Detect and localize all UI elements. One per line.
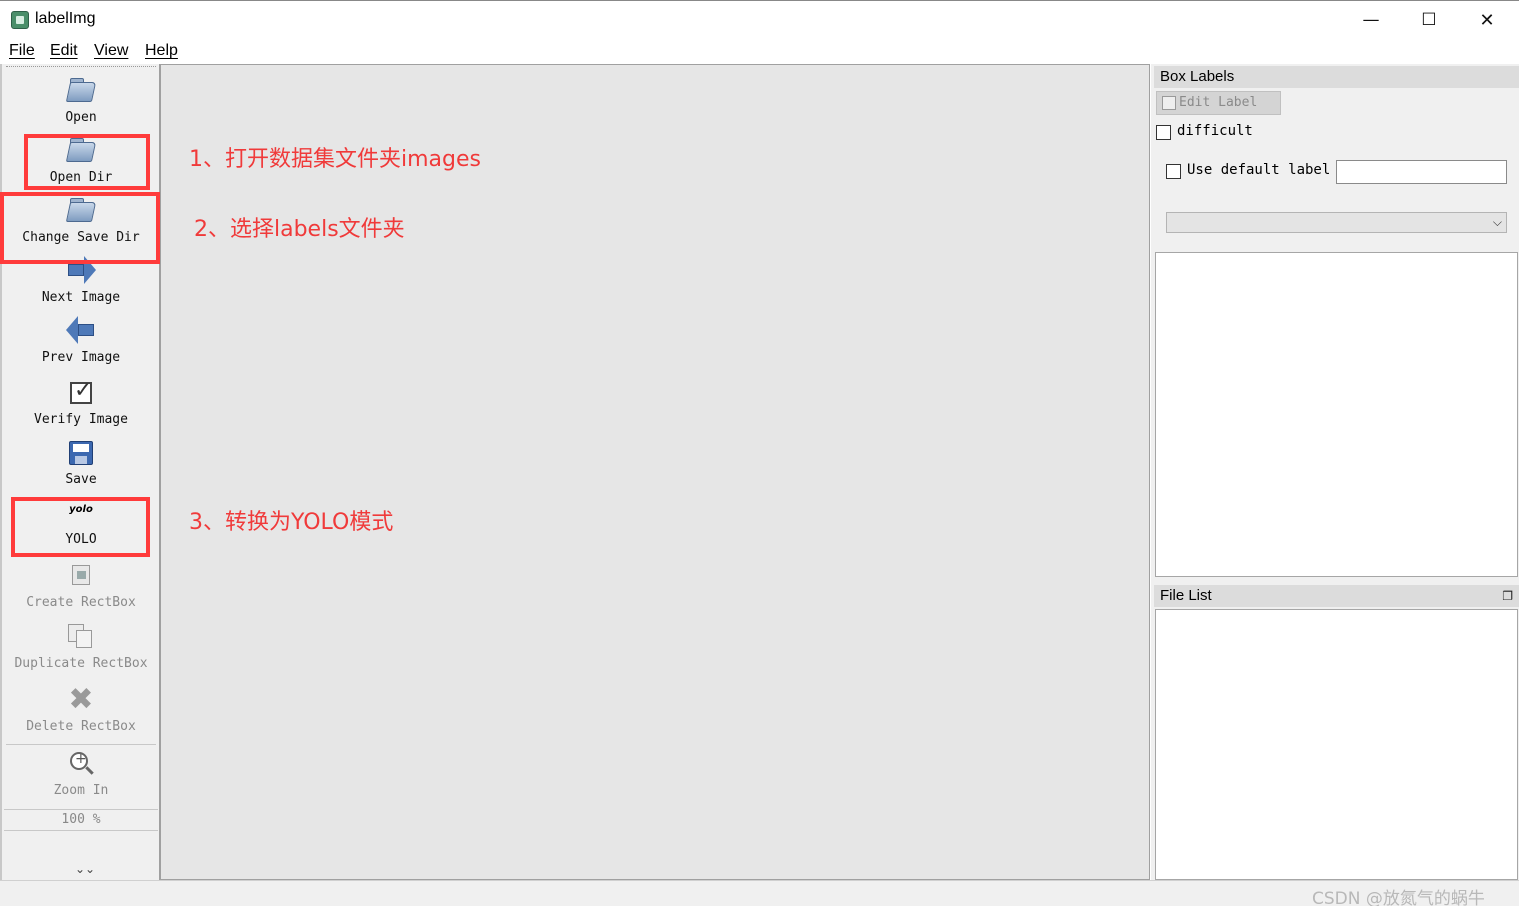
zoom-level-display: 100 %	[4, 809, 158, 831]
app-icon	[11, 11, 29, 29]
create-rectbox-button[interactable]: Create RectBox	[2, 561, 160, 610]
label-list[interactable]	[1155, 252, 1518, 577]
duplicate-rectbox-button[interactable]: Duplicate RectBox	[2, 622, 160, 671]
menu-file[interactable]: File	[9, 42, 35, 60]
delete-rectbox-label: Delete RectBox	[26, 719, 136, 734]
create-rectbox-icon	[66, 561, 96, 591]
verify-check-icon: ✓	[66, 378, 96, 408]
duplicate-rectbox-icon	[66, 622, 96, 652]
use-default-label-text: Use default label	[1187, 162, 1331, 178]
difficult-checkbox[interactable]	[1156, 125, 1171, 140]
toolbar-grip[interactable]	[6, 66, 156, 68]
open-button[interactable]: Open	[2, 76, 160, 125]
default-label-input[interactable]	[1336, 160, 1507, 184]
title-bar: labelImg — ☐ ✕	[0, 0, 1519, 38]
annotation-step-2: 2、选择labels文件夹	[194, 217, 405, 242]
box-labels-title: Box Labels	[1154, 66, 1519, 88]
menu-edit[interactable]: Edit	[50, 42, 78, 60]
annotation-step-3: 3、转换为YOLO模式	[189, 510, 394, 535]
save-floppy-icon	[66, 438, 96, 468]
prev-arrow-icon	[66, 316, 96, 346]
next-image-label: Next Image	[41, 290, 121, 305]
annotation-step-1: 1、打开数据集文件夹images	[189, 147, 481, 172]
menu-bar: File Edit View Help	[0, 38, 1519, 64]
edit-label-button[interactable]: Edit Label	[1156, 91, 1281, 115]
save-label: Save	[65, 472, 97, 487]
highlight-open-dir	[24, 134, 150, 190]
file-list-title-text: File List	[1160, 587, 1212, 604]
delete-rectbox-button[interactable]: ✖ Delete RectBox	[2, 682, 160, 735]
difficult-label: difficult	[1177, 123, 1253, 139]
create-rectbox-label: Create RectBox	[26, 595, 136, 610]
use-default-label-checkbox[interactable]	[1166, 164, 1181, 179]
close-button[interactable]: ✕	[1458, 1, 1516, 39]
label-combo-box[interactable]: ⌵	[1166, 212, 1507, 233]
float-dock-icon[interactable]: ❐	[1502, 585, 1513, 607]
prev-image-button[interactable]: Prev Image	[2, 316, 160, 365]
zoom-in-label: Zoom In	[53, 783, 109, 798]
minimize-button[interactable]: —	[1342, 1, 1400, 39]
open-folder-icon	[65, 76, 97, 106]
delete-rectbox-icon: ✖	[68, 682, 94, 717]
right-dock-panel: Box Labels Edit Label difficult Use defa…	[1151, 64, 1519, 880]
highlight-change-save-dir	[0, 192, 160, 264]
highlight-yolo	[11, 497, 150, 557]
image-canvas[interactable]: 1、打开数据集文件夹images 2、选择labels文件夹 3、转换为YOLO…	[160, 64, 1150, 880]
menu-help[interactable]: Help	[145, 42, 178, 60]
open-label: Open	[65, 110, 97, 125]
zoom-in-button[interactable]: Zoom In	[2, 749, 160, 798]
zoom-in-icon	[66, 749, 96, 779]
status-bar: CSDN @放氮气的蜗牛	[0, 880, 1519, 906]
save-button[interactable]: Save	[2, 438, 160, 487]
file-list[interactable]	[1155, 609, 1518, 880]
toolbar-separator	[6, 744, 156, 745]
edit-pencil-icon	[1162, 96, 1176, 110]
watermark-text: CSDN @放氮气的蜗牛	[1312, 889, 1485, 906]
verify-image-label: Verify Image	[34, 412, 128, 427]
duplicate-rectbox-label: Duplicate RectBox	[14, 656, 148, 671]
toolbar-expand-icon[interactable]: ⌄⌄	[75, 862, 95, 876]
edit-label-text: Edit Label	[1179, 95, 1258, 110]
file-list-title: File List ❐	[1154, 585, 1519, 607]
prev-image-label: Prev Image	[41, 350, 121, 365]
verify-image-button[interactable]: ✓ Verify Image	[2, 378, 160, 428]
menu-view[interactable]: View	[94, 42, 128, 60]
window-title: labelImg	[35, 10, 96, 27]
maximize-button[interactable]: ☐	[1400, 1, 1458, 39]
chevron-down-icon: ⌵	[1492, 215, 1502, 229]
